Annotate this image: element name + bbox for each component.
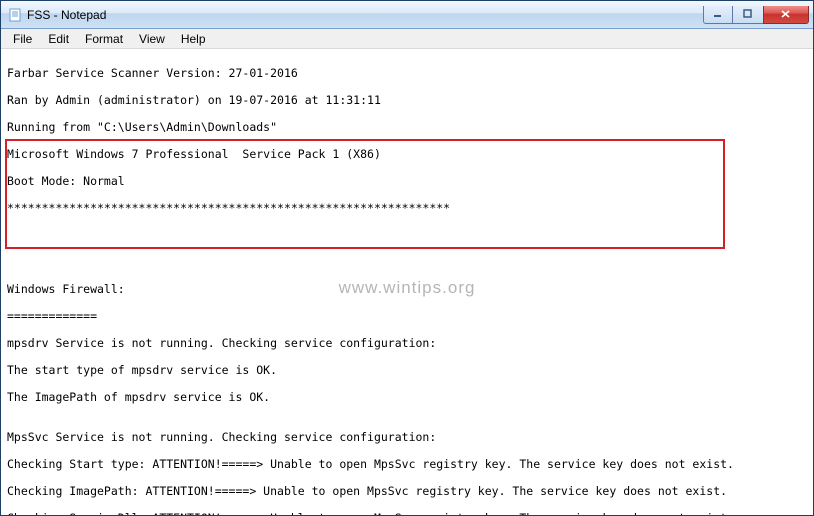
log-line: mpsdrv Service is not running. Checking …	[7, 337, 807, 351]
menu-file[interactable]: File	[5, 30, 40, 48]
log-line: Farbar Service Scanner Version: 27-01-20…	[7, 67, 807, 81]
section-underline: =============	[7, 310, 807, 324]
menu-format[interactable]: Format	[77, 30, 131, 48]
log-line: Microsoft Windows 7 Professional Service…	[7, 148, 807, 162]
menu-help[interactable]: Help	[173, 30, 214, 48]
blank-line	[7, 256, 807, 270]
log-line: MpsSvc Service is not running. Checking …	[7, 431, 807, 445]
maximize-button[interactable]	[733, 6, 763, 24]
log-line: Running from "C:\Users\Admin\Downloads"	[7, 121, 807, 135]
menubar: File Edit Format View Help	[1, 29, 813, 49]
menu-view[interactable]: View	[131, 30, 173, 48]
minimize-button[interactable]	[703, 6, 733, 24]
log-line: Checking Start type: ATTENTION!=====> Un…	[7, 458, 807, 472]
section-title: Windows Firewall:	[7, 283, 807, 297]
window-controls	[703, 6, 809, 24]
log-line: Checking ImagePath: ATTENTION!=====> Una…	[7, 485, 807, 499]
menu-edit[interactable]: Edit	[40, 30, 77, 48]
log-line: The start type of mpsdrv service is OK.	[7, 364, 807, 378]
close-button[interactable]	[763, 6, 809, 24]
log-line: Ran by Admin (administrator) on 19-07-20…	[7, 94, 807, 108]
notepad-icon	[7, 7, 23, 23]
log-line: Boot Mode: Normal	[7, 175, 807, 189]
text-area[interactable]: Farbar Service Scanner Version: 27-01-20…	[1, 49, 813, 515]
titlebar[interactable]: FSS - Notepad	[1, 1, 813, 29]
window-title: FSS - Notepad	[27, 8, 703, 22]
log-line: The ImagePath of mpsdrv service is OK.	[7, 391, 807, 405]
log-line: ****************************************…	[7, 202, 807, 216]
blank-line	[7, 229, 807, 243]
log-line: Checking ServiceDll: ATTENTION!=====> Un…	[7, 512, 807, 515]
